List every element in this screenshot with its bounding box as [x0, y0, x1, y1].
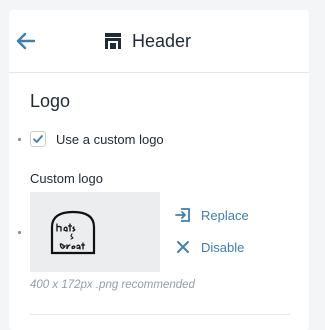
use-custom-logo-label: Use a custom logo: [56, 131, 164, 147]
section-divider: [30, 314, 290, 315]
replace-logo-button[interactable]: Replace: [175, 207, 249, 223]
checkmark-icon: [33, 135, 43, 143]
close-icon: [177, 241, 189, 253]
arrow-left-icon: [16, 32, 36, 50]
settings-panel: Header Logo Use a custom logo Custom log…: [9, 10, 309, 330]
drag-handle-dot: [18, 138, 21, 141]
upload-replace-icon: [175, 208, 190, 222]
use-custom-logo-checkbox[interactable]: [30, 131, 46, 147]
disable-label: Disable: [201, 239, 245, 255]
custom-logo-preview[interactable]: [30, 192, 160, 272]
drag-handle-dot: [18, 231, 21, 234]
disable-logo-button[interactable]: Disable: [175, 239, 244, 255]
header-title-group: Header: [104, 29, 191, 53]
replace-label: Replace: [201, 207, 249, 223]
back-button[interactable]: [15, 29, 41, 53]
section-title-logo: Logo: [30, 91, 71, 111]
storefront-header-icon: [105, 33, 121, 49]
use-custom-logo-option[interactable]: Use a custom logo: [30, 131, 164, 147]
panel-header: Header: [9, 10, 309, 73]
logo-size-hint: 400 x 172px .png recommended: [30, 279, 195, 291]
custom-logo-label: Custom logo: [30, 171, 103, 186]
hats-and-great-logo: [50, 210, 96, 255]
page-title: Header: [132, 30, 192, 51]
